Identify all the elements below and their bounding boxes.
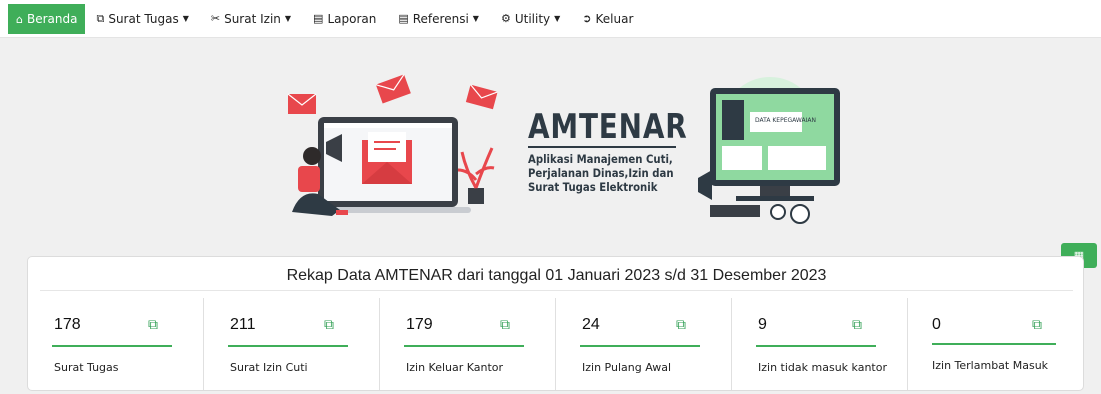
nav-laporan[interactable]: ▤ Laporan xyxy=(302,0,387,38)
caret-down-icon: ▼ xyxy=(182,14,189,23)
envelope-icon xyxy=(287,93,317,114)
stat-value: 211 xyxy=(230,316,256,333)
caret-down-icon: ▼ xyxy=(554,14,561,23)
stat-value: 24 xyxy=(582,316,600,333)
home-icon: ⌂ xyxy=(16,12,23,26)
stat-bar xyxy=(228,345,348,347)
stat-value: 179 xyxy=(406,316,433,333)
screen-label: DATA KEPEGAWAIAN xyxy=(755,117,816,124)
brand-subtitle: Aplikasi Manajemen Cuti, Perjalanan Dina… xyxy=(528,152,674,194)
nav-utility[interactable]: ⚙ Utility ▼ xyxy=(490,0,571,38)
caret-down-icon: ▼ xyxy=(284,14,292,23)
brand-divider xyxy=(528,146,676,148)
stat-label: Izin tidak masuk kantor xyxy=(758,361,887,374)
nav-label: Beranda xyxy=(26,12,78,26)
stat-izin-tidak-masuk: 9 ⧉ Izin tidak masuk kantor xyxy=(732,298,908,390)
envelope-icon xyxy=(375,74,411,104)
copy-icon[interactable]: ⧉ xyxy=(852,316,862,333)
nav-beranda[interactable]: ⌂ Beranda xyxy=(8,4,86,34)
nav-label: Laporan xyxy=(327,11,377,26)
copy-icon[interactable]: ⧉ xyxy=(148,316,158,333)
nav-label: Utility xyxy=(514,11,551,26)
stat-label: Izin Terlambat Masuk xyxy=(932,359,1049,372)
stat-bar xyxy=(756,345,876,347)
copy-icon[interactable]: ⧉ xyxy=(676,316,686,333)
stat-label: Izin Keluar Kantor xyxy=(406,361,504,374)
divider xyxy=(40,290,1073,291)
stat-value: 9 xyxy=(758,316,767,333)
scissors-icon: ✂ xyxy=(210,12,221,25)
nav-label: Surat Tugas xyxy=(108,11,179,26)
stat-izin-keluar-kantor: 179 ⧉ Izin Keluar Kantor xyxy=(380,298,556,390)
stat-bar xyxy=(932,343,1056,345)
nav-label: Surat Izin xyxy=(224,11,281,26)
stat-value: 178 xyxy=(54,316,81,333)
copy-icon[interactable]: ⧉ xyxy=(500,316,510,333)
brand-title: AMTENAR xyxy=(528,107,688,147)
stat-value: 0 xyxy=(932,316,941,333)
list-icon: ▤ xyxy=(398,12,409,25)
nav-surat-izin[interactable]: ✂ Surat Izin ▼ xyxy=(200,0,302,38)
nav-label: Referensi xyxy=(412,11,469,26)
caret-down-icon: ▼ xyxy=(472,14,479,23)
rekap-panel: Rekap Data AMTENAR dari tanggal 01 Janua… xyxy=(27,256,1084,391)
stat-label: Surat Tugas xyxy=(54,361,119,374)
top-navbar: ⌂ Beranda ⧉ Surat Tugas ▼ ✂ Surat Izin ▼… xyxy=(0,0,1101,38)
stat-bar xyxy=(52,345,172,347)
nav-label: Keluar xyxy=(595,11,634,26)
stat-surat-tugas: 178 ⧉ Surat Tugas xyxy=(28,298,204,390)
stat-label: Surat Izin Cuti xyxy=(230,361,308,374)
stat-izin-pulang-awal: 24 ⧉ Izin Pulang Awal xyxy=(556,298,732,390)
nav-keluar[interactable]: ➲ Keluar xyxy=(571,0,644,38)
list-icon: ▤ xyxy=(313,12,324,25)
nav-referensi[interactable]: ▤ Referensi ▼ xyxy=(387,0,490,38)
stat-label: Izin Pulang Awal xyxy=(582,361,672,374)
nav-surat-tugas[interactable]: ⧉ Surat Tugas ▼ xyxy=(85,0,199,38)
stat-surat-izin-cuti: 211 ⧉ Surat Izin Cuti xyxy=(204,298,380,390)
stat-bar xyxy=(580,345,700,347)
envelope-icon xyxy=(465,84,498,110)
stat-izin-terlambat: 0 ⧉ Izin Terlambat Masuk xyxy=(908,298,1084,390)
rekap-title: Rekap Data AMTENAR dari tanggal 01 Janua… xyxy=(286,267,827,284)
logout-icon: ➲ xyxy=(582,12,592,25)
copy-icon[interactable]: ⧉ xyxy=(324,316,334,333)
gear-icon: ⚙ xyxy=(500,12,511,25)
copy-icon: ⧉ xyxy=(96,11,105,25)
stat-bar xyxy=(404,345,524,347)
copy-icon[interactable]: ⧉ xyxy=(1032,316,1042,333)
